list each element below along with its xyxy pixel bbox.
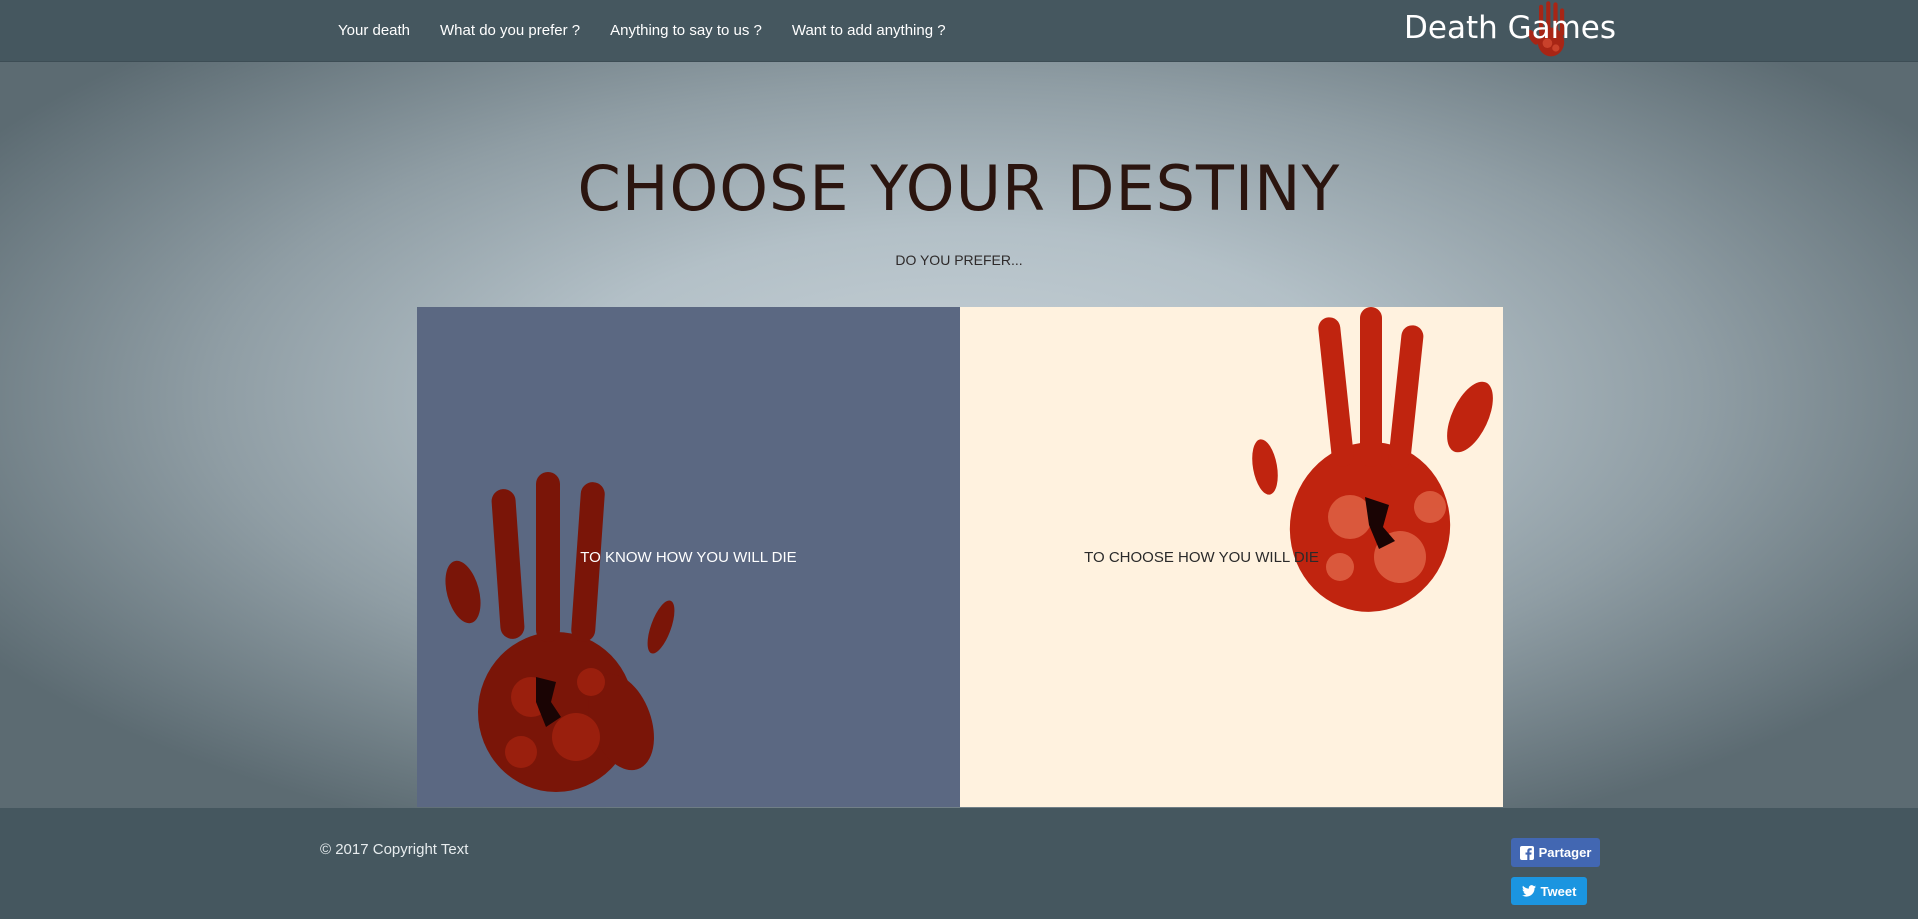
facebook-icon: [1519, 845, 1534, 860]
choice-know-panel[interactable]: TO KNOW HOW YOU WILL DIE: [417, 307, 960, 807]
twitter-icon: [1521, 885, 1536, 897]
navbar: Your death What do you prefer ? Anything…: [0, 0, 1918, 62]
choice-know-label: TO KNOW HOW YOU WILL DIE: [580, 549, 797, 566]
nav-link-what-do-you-prefer[interactable]: What do you prefer ?: [425, 22, 595, 39]
choice-choose-label: TO CHOOSE HOW YOU WILL DIE: [1084, 549, 1319, 566]
hero-section: CHOOSE YOUR DESTINY DO YOU PREFER... TO …: [0, 62, 1918, 808]
copyright-text: © 2017 Copyright Text: [320, 841, 469, 858]
handprint-icon: [1252, 307, 1493, 612]
nav-link-your-death[interactable]: Your death: [323, 22, 425, 39]
tweet-label: Tweet: [1540, 883, 1577, 899]
brand-area: Death Games: [1400, 0, 1616, 60]
facebook-share-label: Partager: [1538, 845, 1592, 860]
page-title: CHOOSE YOUR DESTINY: [577, 152, 1341, 225]
tweet-button[interactable]: Tweet: [1511, 877, 1587, 905]
nav-links: Your death What do you prefer ? Anything…: [323, 0, 961, 60]
facebook-share-button[interactable]: Partager: [1511, 838, 1600, 867]
handprint-icon: [445, 472, 675, 792]
footer: © 2017 Copyright Text Partager Tweet: [0, 808, 1918, 919]
page-subtitle: DO YOU PREFER...: [895, 252, 1023, 268]
choice-choose-panel[interactable]: TO CHOOSE HOW YOU WILL DIE: [960, 307, 1503, 807]
nav-link-anything-to-say[interactable]: Anything to say to us ?: [595, 22, 777, 39]
nav-link-want-to-add[interactable]: Want to add anything ?: [777, 22, 961, 39]
brand-title[interactable]: Death Games: [1404, 10, 1616, 46]
